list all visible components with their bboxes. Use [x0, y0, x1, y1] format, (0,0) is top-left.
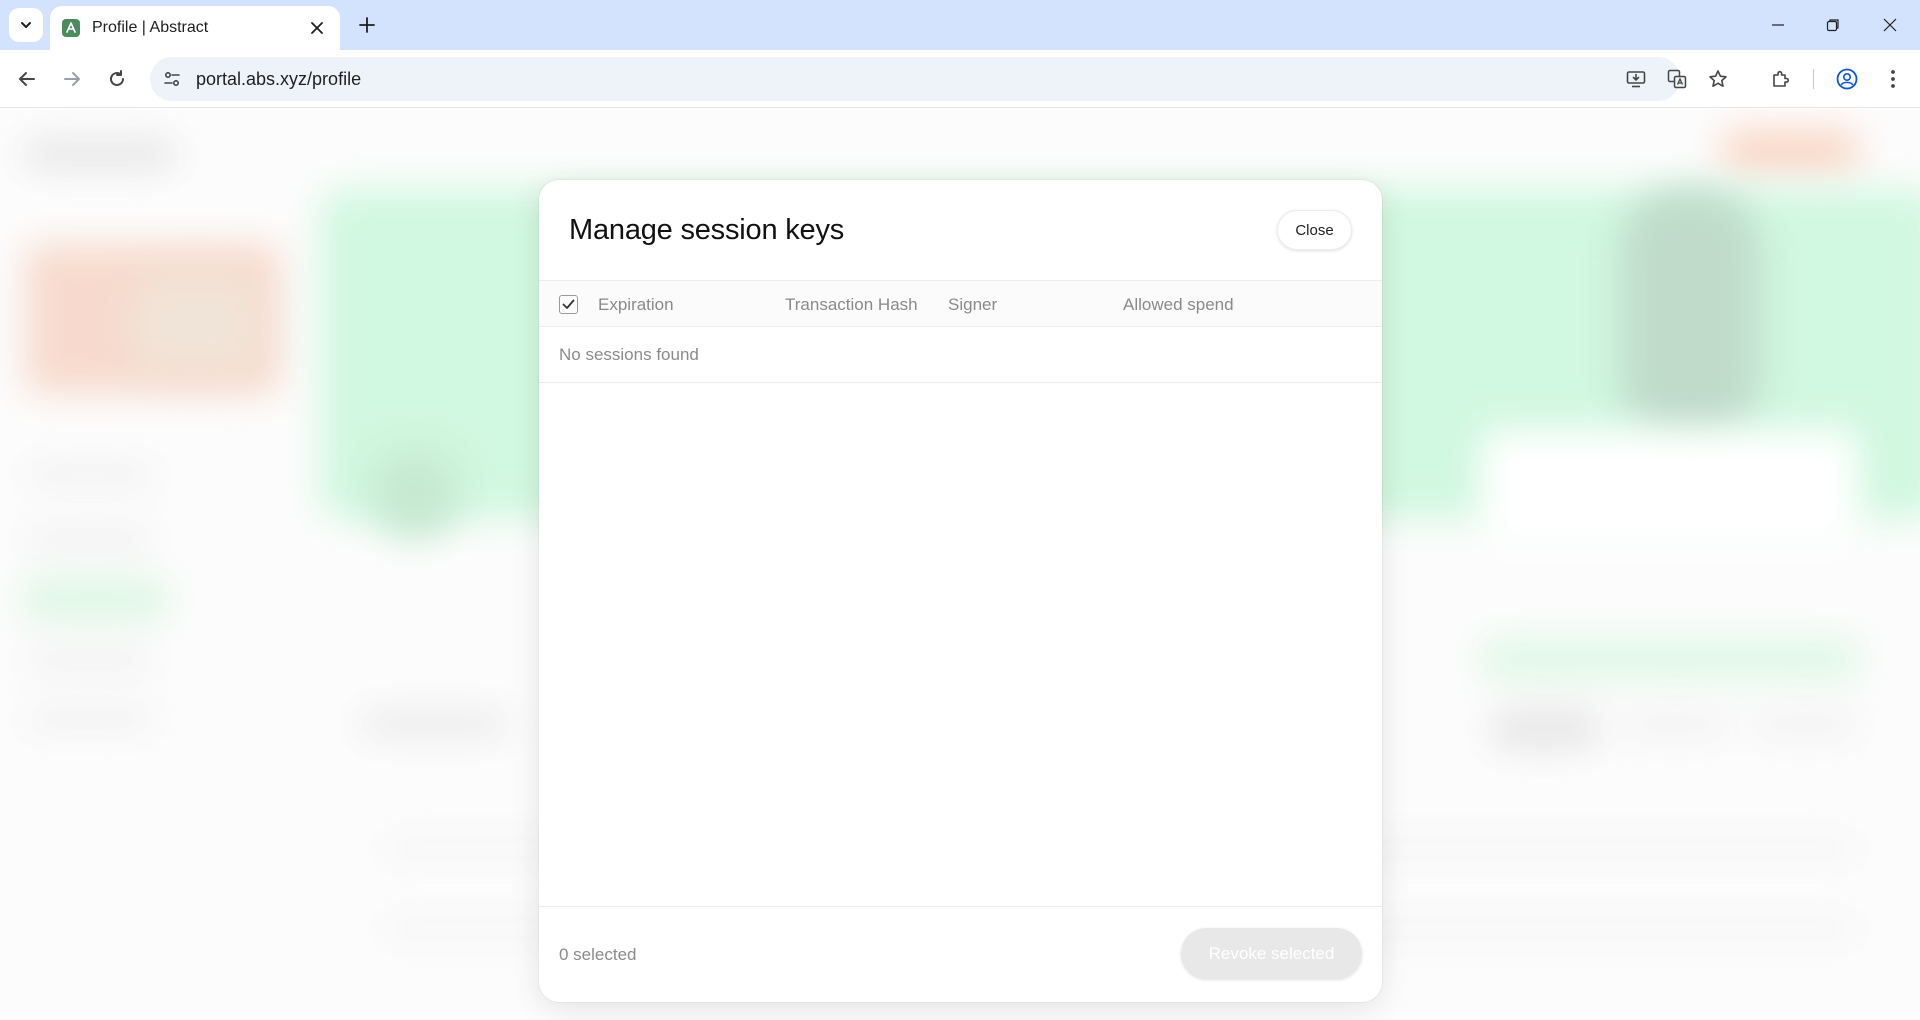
reload-icon — [110, 70, 124, 86]
profile-avatar-icon[interactable] — [1831, 63, 1863, 95]
tab-title: Profile | Abstract — [92, 19, 209, 36]
reload-button[interactable] — [101, 63, 133, 95]
browser-tabstrip: Profile | Abstract — [0, 0, 1920, 50]
address-bar[interactable]: portal.abs.xyz/profile — [150, 57, 1727, 101]
close-icon — [1883, 18, 1897, 32]
revoke-selected-button[interactable]: Revoke selected — [1181, 928, 1362, 979]
forward-button[interactable] — [56, 63, 88, 95]
browser-tab-active[interactable]: Profile | Abstract — [50, 6, 340, 50]
tab-search-button[interactable] — [9, 8, 43, 42]
url-text: portal.abs.xyz/profile — [196, 68, 362, 89]
select-all-checkbox[interactable] — [559, 295, 578, 314]
column-header-expiration[interactable]: Expiration — [598, 295, 674, 315]
checkmark-icon — [562, 299, 575, 309]
browser-menu-icon[interactable] — [1877, 63, 1909, 95]
empty-state-text: No sessions found — [559, 345, 699, 364]
sessions-empty-row: No sessions found — [539, 327, 1382, 383]
site-info-icon[interactable] — [150, 57, 194, 101]
back-button[interactable] — [11, 63, 43, 95]
toolbar-divider — [1813, 69, 1814, 89]
close-button[interactable]: Close — [1277, 210, 1352, 250]
minimize-icon — [1772, 24, 1784, 26]
translate-icon[interactable] — [1661, 63, 1693, 95]
chevron-down-icon — [21, 22, 31, 28]
manage-session-keys-modal: Manage session keys Close Expiration Tra… — [539, 180, 1382, 1002]
extensions-puzzle-icon[interactable] — [1765, 63, 1797, 95]
new-tab-button[interactable] — [352, 10, 382, 40]
column-header-transaction-hash[interactable]: Transaction Hash — [785, 295, 918, 315]
restore-window-button[interactable] — [1815, 10, 1851, 40]
bookmark-star-icon[interactable] — [1702, 63, 1734, 95]
column-header-allowed-spend[interactable]: Allowed spend — [1123, 295, 1234, 315]
sessions-table-header: Expiration Transaction Hash Signer Allow… — [539, 280, 1382, 327]
selected-count: 0 selected — [559, 945, 637, 964]
restore-icon — [1826, 19, 1839, 32]
tab-close-icon[interactable] — [306, 17, 328, 39]
plus-icon — [359, 17, 375, 33]
close-window-button[interactable] — [1872, 10, 1908, 40]
minimize-window-button[interactable] — [1760, 10, 1796, 40]
column-header-signer[interactable]: Signer — [948, 295, 997, 315]
browser-toolbar: portal.abs.xyz/profile — [0, 50, 1920, 108]
arrow-right-icon — [64, 72, 80, 86]
install-app-icon[interactable] — [1620, 63, 1652, 95]
modal-footer: 0 selected Revoke selected — [539, 906, 1382, 1002]
modal-title: Manage session keys — [569, 214, 845, 246]
arrow-left-icon — [19, 72, 35, 86]
abstract-favicon-icon — [62, 19, 80, 37]
